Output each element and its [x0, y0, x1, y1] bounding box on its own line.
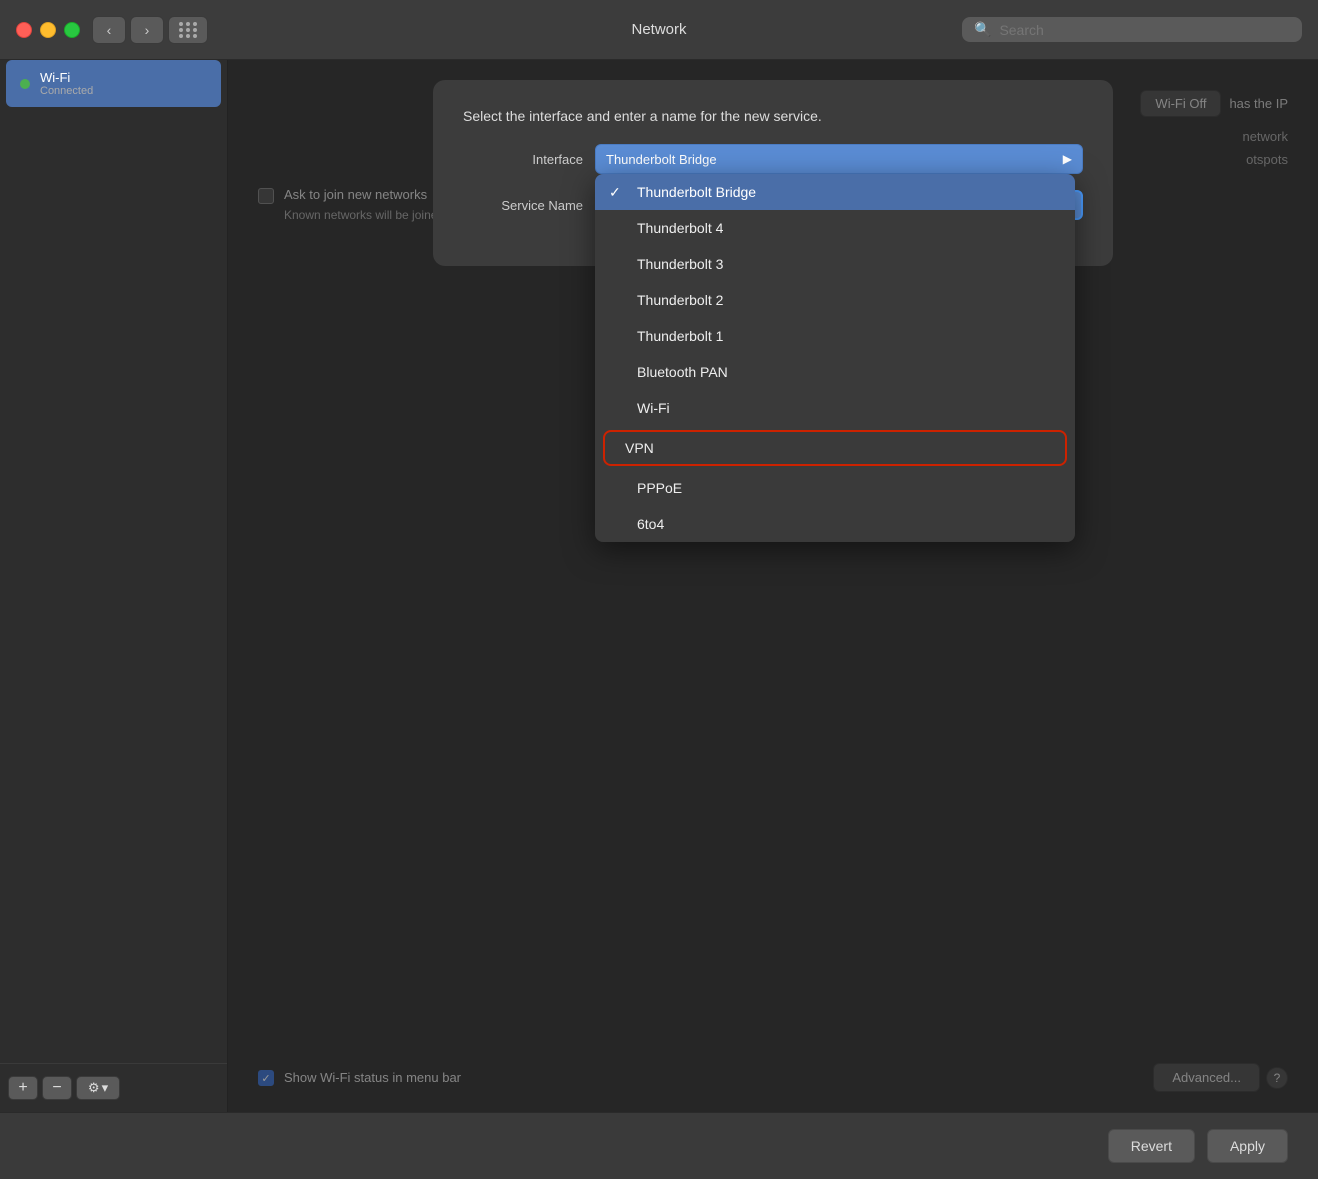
sidebar-item-wifi[interactable]: Wi-Fi Connected — [6, 60, 221, 107]
gear-menu-button[interactable]: ⚙ ▾ — [76, 1076, 120, 1100]
dropdown-item-6to4[interactable]: 6to4 — [595, 506, 1075, 542]
dropdown-item-wifi[interactable]: Wi-Fi — [595, 390, 1075, 426]
title-bar: ‹ › Network 🔍 — [0, 0, 1318, 60]
window-title: Network — [631, 21, 686, 38]
close-button[interactable] — [16, 22, 32, 38]
service-name-label: Service Name — [463, 198, 583, 213]
dialog-overlay: Select the interface and enter a name fo… — [228, 60, 1318, 1112]
sidebar-item-name: Wi-Fi — [40, 70, 93, 85]
grid-view-button[interactable] — [168, 16, 208, 44]
forward-button[interactable]: › — [130, 16, 164, 44]
dropdown-item-thunderbolt-bridge[interactable]: ✓ Thunderbolt Bridge — [595, 174, 1075, 210]
sidebar-item-status: Connected — [40, 85, 93, 97]
sidebar: Wi-Fi Connected + − ⚙ ▾ — [0, 60, 228, 1112]
back-button[interactable]: ‹ — [92, 16, 126, 44]
chevron-right-icon: ▶ — [1063, 152, 1072, 166]
dropdown-item-pppoe[interactable]: PPPoE — [595, 470, 1075, 506]
search-input[interactable] — [999, 22, 1290, 38]
vpn-item-wrapper: VPN — [603, 430, 1067, 466]
interface-dropdown[interactable]: ✓ Thunderbolt Bridge Thunderbolt 4 Thund… — [595, 174, 1075, 542]
apply-button[interactable]: Apply — [1207, 1129, 1288, 1163]
connected-dot — [20, 79, 30, 89]
dropdown-item-thunderbolt-2[interactable]: Thunderbolt 2 — [595, 282, 1075, 318]
sidebar-bottom: + − ⚙ ▾ — [0, 1063, 227, 1112]
chevron-down-icon: ▾ — [102, 1080, 109, 1096]
search-bar[interactable]: 🔍 — [962, 17, 1302, 42]
add-service-button[interactable]: + — [8, 1076, 38, 1100]
dropdown-item-vpn[interactable]: VPN — [603, 430, 1067, 466]
dialog-title: Select the interface and enter a name fo… — [463, 108, 1083, 124]
nav-buttons: ‹ › — [92, 16, 164, 44]
interface-label: Interface — [463, 152, 583, 167]
selected-interface-text: Thunderbolt Bridge — [606, 152, 717, 167]
minimize-button[interactable] — [40, 22, 56, 38]
dropdown-item-thunderbolt-1[interactable]: Thunderbolt 1 — [595, 318, 1075, 354]
new-service-dialog: Select the interface and enter a name fo… — [433, 80, 1113, 266]
dropdown-item-thunderbolt-3[interactable]: Thunderbolt 3 — [595, 246, 1075, 282]
interface-select[interactable]: Thunderbolt Bridge ▶ — [595, 144, 1083, 174]
grid-icon — [179, 22, 198, 38]
sidebar-spacer — [0, 107, 227, 1063]
main-content: Wi-Fi Connected + − ⚙ ▾ Wi-Fi Off has th… — [0, 60, 1318, 1112]
search-icon: 🔍 — [974, 21, 991, 38]
maximize-button[interactable] — [64, 22, 80, 38]
interface-row: Interface Thunderbolt Bridge ▶ ✓ Thunder… — [463, 144, 1083, 174]
right-panel: Wi-Fi Off has the IP network otspots Ask… — [228, 60, 1318, 1112]
bottom-buttons: Revert Apply — [0, 1112, 1318, 1179]
traffic-lights — [16, 22, 80, 38]
revert-button[interactable]: Revert — [1108, 1129, 1195, 1163]
remove-service-button[interactable]: − — [42, 1076, 72, 1100]
gear-icon: ⚙ — [88, 1080, 100, 1096]
checkmark-icon: ✓ — [609, 184, 621, 201]
sidebar-item-info: Wi-Fi Connected — [40, 70, 93, 97]
dropdown-item-bluetooth-pan[interactable]: Bluetooth PAN — [595, 354, 1075, 390]
dropdown-item-thunderbolt-4[interactable]: Thunderbolt 4 — [595, 210, 1075, 246]
